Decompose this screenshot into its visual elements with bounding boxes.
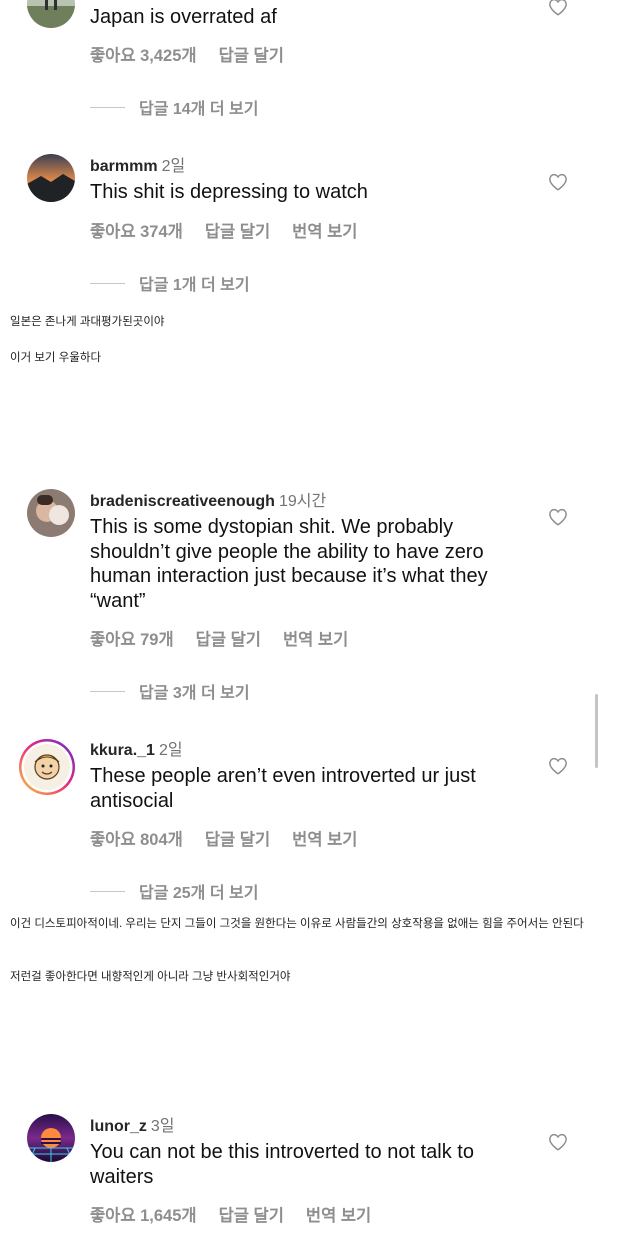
like-heart-icon[interactable] [548, 757, 568, 775]
comment-username[interactable]: bradeniscreativeenough 19시간 [90, 487, 326, 511]
scrollbar-thumb[interactable] [595, 694, 598, 768]
avatar-image [27, 489, 75, 537]
comment-time: 2일 [161, 158, 186, 175]
replies-divider [90, 282, 125, 284]
comment-text: You can not be this introverted to not t… [90, 1141, 474, 1188]
username-label[interactable]: barmmm [90, 158, 158, 175]
translation-line: 이거 보기 우울하다 [10, 352, 102, 364]
comment-actions: 좋아요 3,425개 답글 달기 [90, 42, 306, 66]
like-count[interactable]: 좋아요 804개 [90, 831, 183, 849]
replies-divider [90, 890, 125, 892]
avatar-image [19, 739, 75, 795]
like-heart-icon[interactable] [548, 508, 568, 526]
replies-divider [90, 690, 125, 692]
comment-time: 2일 [158, 742, 183, 759]
comment-actions: 좋아요 804개 답글 달기 번역 보기 [90, 826, 379, 850]
like-count[interactable]: 좋아요 1,645개 [90, 1207, 197, 1225]
reply-button[interactable]: 답글 달기 [219, 1207, 284, 1225]
like-heart-icon[interactable] [548, 173, 568, 191]
comment-username[interactable]: lunor_z 3일 [90, 1112, 175, 1136]
comment-text: Japan is overrated af [90, 6, 277, 28]
reply-button[interactable]: 답글 달기 [205, 223, 270, 241]
like-count[interactable]: 좋아요 3,425개 [90, 47, 197, 65]
username-label[interactable]: lunor_z [90, 1118, 147, 1135]
avatar[interactable] [27, 1114, 75, 1162]
translation-line: 저런걸 좋아한다면 내향적인게 아니라 그냥 반사회적인거야 [10, 971, 291, 983]
translate-button[interactable]: 번역 보기 [283, 631, 348, 649]
avatar[interactable] [27, 154, 75, 202]
username-label[interactable]: bradeniscreativeenough [90, 493, 275, 510]
like-heart-icon[interactable] [548, 1133, 568, 1151]
comment-username[interactable]: barmmm 2일 [90, 152, 185, 176]
view-replies-label: 답글 1개 더 보기 [139, 277, 250, 294]
avatar-story-ring[interactable] [18, 738, 76, 796]
comment-text: This is some dystopian shit. We probably… [90, 516, 488, 612]
translate-button[interactable]: 번역 보기 [292, 223, 357, 241]
translation-line: 이건 디스토피아적이네. 우리는 단지 그들이 그것을 원한다는 이유로 사람들… [10, 918, 584, 930]
like-heart-icon[interactable] [548, 0, 568, 16]
comment-text: This shit is depressing to watch [90, 181, 368, 203]
avatar[interactable] [27, 0, 75, 28]
view-replies-label: 답글 14개 더 보기 [139, 101, 259, 118]
avatar-image [27, 1114, 75, 1162]
view-replies-button[interactable]: 답글 1개 더 보기 [90, 273, 250, 294]
username-label[interactable]: kkura._1 [90, 742, 155, 759]
translate-button[interactable]: 번역 보기 [306, 1207, 371, 1225]
view-replies-button[interactable]: 답글 14개 더 보기 [90, 97, 259, 118]
reply-button[interactable]: 답글 달기 [196, 631, 261, 649]
comment-actions: 좋아요 374개 답글 달기 번역 보기 [90, 218, 379, 242]
translate-button[interactable]: 번역 보기 [292, 831, 357, 849]
replies-divider [90, 106, 125, 108]
comment-username[interactable]: kkura._1 2일 [90, 736, 183, 760]
avatar-image [27, 0, 75, 28]
reply-button[interactable]: 답글 달기 [219, 47, 284, 65]
comment-time: 3일 [150, 1118, 175, 1135]
translation-line: 일본은 존나게 과대평가된곳이야 [10, 316, 165, 328]
avatar-image [27, 154, 75, 202]
comment-text: These people aren’t even introverted ur … [90, 765, 476, 812]
view-replies-label: 답글 25개 더 보기 [139, 885, 259, 902]
like-count[interactable]: 좋아요 79개 [90, 631, 174, 649]
avatar[interactable] [27, 489, 75, 537]
comment-time: 19시간 [278, 493, 327, 510]
view-replies-button[interactable]: 답글 25개 더 보기 [90, 881, 259, 902]
view-replies-button[interactable]: 답글 3개 더 보기 [90, 681, 250, 702]
reply-button[interactable]: 답글 달기 [205, 831, 270, 849]
view-replies-label: 답글 3개 더 보기 [139, 685, 250, 702]
comment-actions: 좋아요 1,645개 답글 달기 번역 보기 [90, 1202, 393, 1226]
like-count[interactable]: 좋아요 374개 [90, 223, 183, 241]
comment-actions: 좋아요 79개 답글 달기 번역 보기 [90, 626, 370, 650]
